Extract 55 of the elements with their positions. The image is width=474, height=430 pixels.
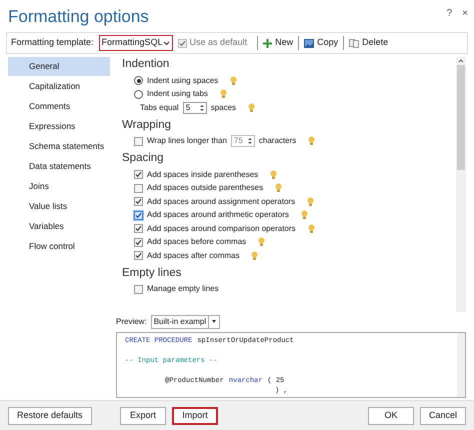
scroll-thumb[interactable] — [457, 65, 465, 170]
dialog-button[interactable]: Import — [172, 406, 218, 424]
scroll-up-icon[interactable] — [457, 57, 465, 65]
sidebar-item[interactable]: Schema statements — [8, 137, 110, 156]
option-label: Add spaces around assignment operators — [147, 196, 296, 208]
picture-icon — [304, 38, 314, 48]
sidebar-item[interactable]: General — [8, 57, 110, 76]
toolbar-button[interactable]: Delete — [349, 36, 388, 50]
preview-label: Preview: — [116, 316, 147, 328]
help-button[interactable]: ? — [446, 6, 452, 21]
option-label: Indent using spaces — [147, 74, 218, 87]
close-button[interactable]: × — [462, 6, 468, 21]
option-label: characters — [258, 135, 296, 148]
sidebar-item[interactable]: Joins — [8, 177, 110, 196]
option-label: Add spaces inside parentheses — [147, 168, 258, 181]
plus-icon — [263, 38, 272, 48]
sidebar-item[interactable]: Data statements — [8, 157, 110, 176]
window-title: Formatting options — [8, 6, 149, 28]
option-label: Manage empty lines — [147, 283, 219, 296]
sidebar-item[interactable]: Comments — [8, 97, 110, 116]
sidebar-item[interactable]: Capitalization — [8, 77, 110, 96]
dialog-button[interactable]: OK — [368, 406, 414, 424]
option-label: Add spaces around comparison operators — [147, 222, 296, 235]
radio-button[interactable] — [134, 90, 143, 99]
dialog-button[interactable]: Export — [120, 406, 166, 424]
radio-button[interactable] — [134, 76, 143, 86]
toolbar-button[interactable]: New — [263, 36, 294, 50]
option-label: Add spaces after commas — [147, 250, 240, 262]
documents-icon — [349, 38, 360, 48]
option-label: Wrap lines longer than — [147, 135, 227, 148]
sidebar-item[interactable]: Value lists — [8, 197, 110, 216]
chevron-down-icon — [162, 40, 170, 46]
section-heading: Indention — [122, 57, 170, 72]
template-label: Formatting template: — [11, 36, 94, 50]
sidebar-item[interactable]: Variables — [8, 217, 110, 236]
section-heading: Wrapping — [122, 118, 172, 132]
sidebar-item[interactable]: Expressions — [8, 117, 110, 136]
dialog-button[interactable]: Cancel — [420, 406, 466, 424]
dialog-button[interactable]: Restore defaults — [8, 406, 92, 424]
option-label: Add spaces outside parentheses — [147, 182, 264, 194]
number-spinner[interactable]: 5 — [182, 102, 207, 114]
option-label: Indent using tabs — [147, 88, 208, 100]
section-heading: Spacing — [122, 151, 165, 166]
sidebar-item[interactable]: Flow control — [8, 237, 110, 256]
option-label: Add spaces before commas — [147, 236, 246, 248]
scrollbar[interactable] — [457, 333, 465, 397]
preview-dropdown[interactable]: Built-in exampl — [150, 315, 220, 329]
use-as-default-label: Use as default — [190, 36, 248, 50]
toolbar-button[interactable]: Copy — [304, 36, 338, 50]
option-label: spaces — [210, 102, 236, 114]
option-label: Add spaces around arithmetic operators — [147, 209, 289, 222]
option-label: Tabs equal — [140, 102, 179, 114]
scrollbar[interactable] — [456, 57, 466, 312]
template-dropdown[interactable]: FormattingSQL — [98, 35, 173, 51]
section-heading: Empty lines — [122, 266, 182, 280]
